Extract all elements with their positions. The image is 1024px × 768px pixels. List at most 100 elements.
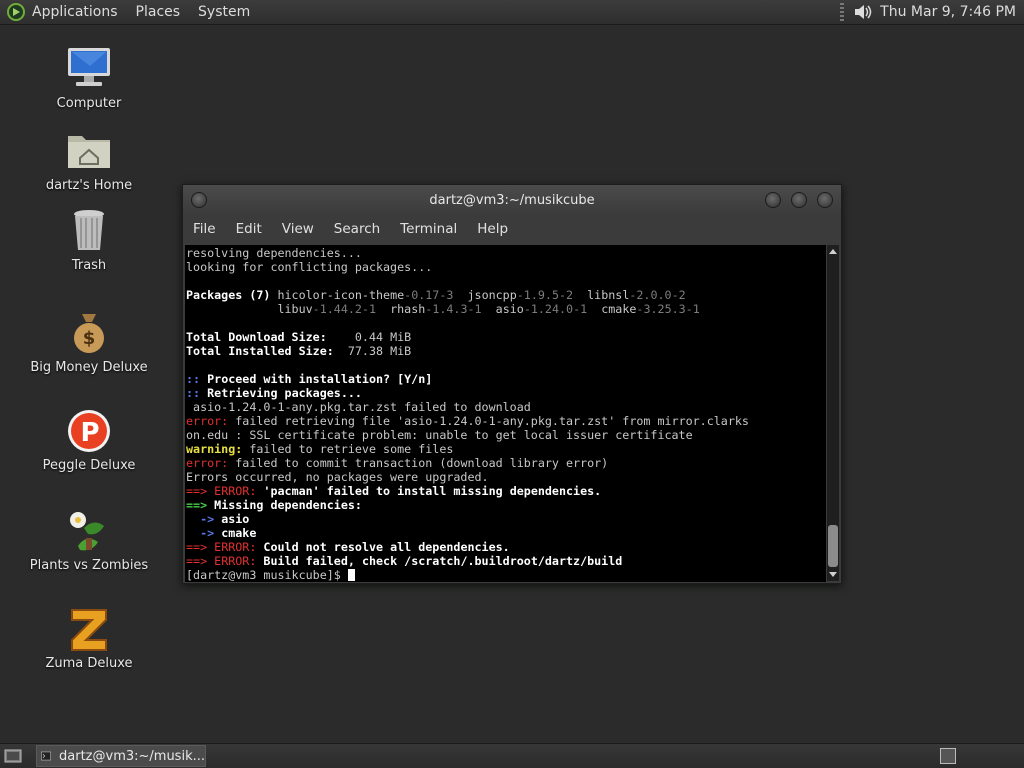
desktop-icon-peggle[interactable]: P Peggle Deluxe	[14, 408, 164, 473]
terminal-line: -> cmake	[186, 526, 826, 540]
terminal-text: 77.38 MiB	[347, 344, 412, 358]
terminal-text: ERROR:	[214, 540, 257, 554]
desktop-icon-label: Trash	[71, 258, 107, 273]
terminal-text: cmake	[587, 302, 637, 316]
file-menu[interactable]: File	[193, 221, 216, 237]
terminal-line: :: Retrieving packages...	[186, 386, 826, 400]
terminal-text: resolving dependencies...	[186, 246, 362, 260]
terminal-line: libuv-1.44.2-1 rhash-1.4.3-1 asio-1.24.0…	[186, 302, 826, 316]
terminal-text: asio	[481, 302, 524, 316]
terminal-line: ==> ERROR: 'pacman' failed to install mi…	[186, 484, 826, 498]
clock[interactable]: Thu Mar 9, 7:46 PM	[880, 4, 1020, 20]
help-menu[interactable]: Help	[477, 221, 508, 237]
terminal-text: ==>	[186, 498, 215, 512]
terminal-text: -1.9.5-2	[516, 288, 574, 302]
terminal-text: failed retrieving file 'asio-1.24.0-1-an…	[228, 414, 749, 428]
terminal-text: error:	[186, 456, 229, 470]
panel-grip	[840, 3, 845, 21]
desktop-icon-big-money[interactable]: $ Big Money Deluxe	[14, 310, 164, 375]
menu-logo-icon[interactable]	[6, 2, 26, 22]
terminal-line: ==> ERROR: Build failed, check /scratch/…	[186, 554, 826, 568]
terminal-line: ==> ERROR: Could not resolve all depende…	[186, 540, 826, 554]
terminal-window[interactable]: dartz@vm3:~/musikcube File Edit View Sea…	[182, 184, 842, 584]
terminal-text: rhash	[376, 302, 426, 316]
workspace-switcher[interactable]	[940, 748, 956, 764]
terminal-text: Proceed with installation? [Y/n]	[207, 372, 433, 386]
scroll-up-icon[interactable]	[829, 249, 837, 254]
terminal-line: Total Download Size: 0.44 MiB	[186, 330, 826, 344]
terminal-line: looking for conflicting packages...	[186, 260, 826, 274]
window-title: dartz@vm3:~/musikcube	[429, 192, 595, 208]
system-menu[interactable]: System	[198, 4, 250, 20]
view-menu[interactable]: View	[282, 221, 314, 237]
terminal-text: ->	[186, 512, 222, 526]
terminal-menubar: File Edit View Search Terminal Help	[183, 215, 841, 243]
desktop-icon-plants-vs-zombies[interactable]: Plants vs Zombies	[14, 508, 164, 573]
terminal-text: looking for conflicting packages...	[186, 260, 433, 274]
terminal-scrollbar[interactable]	[827, 245, 839, 581]
terminal-text: -1.24.0-1	[523, 302, 588, 316]
terminal-text: 0.44 MiB	[354, 330, 412, 344]
desktop-icon-label: dartz's Home	[45, 178, 133, 193]
terminal-line: ==> Missing dependencies:	[186, 498, 826, 512]
desktop-icon-trash[interactable]: Trash	[14, 208, 164, 273]
terminal-text: libuv	[186, 302, 313, 316]
terminal-line: error: failed to commit transaction (dow…	[186, 456, 826, 470]
terminal-text: 'pacman' failed to install missing depen…	[256, 484, 602, 498]
terminal-text: Missing dependencies:	[214, 498, 362, 512]
terminal-text: ERROR:	[214, 554, 257, 568]
scrollbar-thumb[interactable]	[828, 525, 838, 567]
terminal-line: resolving dependencies...	[186, 246, 826, 260]
applications-menu[interactable]: Applications	[32, 4, 118, 20]
terminal-text: -1.4.3-1	[425, 302, 482, 316]
terminal-output[interactable]: resolving dependencies... looking for con…	[185, 245, 826, 582]
terminal-text: Could not resolve all dependencies.	[256, 540, 510, 554]
edit-menu[interactable]: Edit	[236, 221, 262, 237]
search-menu[interactable]: Search	[334, 221, 380, 237]
show-desktop-icon[interactable]	[4, 748, 22, 764]
terminal-text: -0.17-3	[404, 288, 454, 302]
maximize-icon[interactable]	[791, 192, 807, 208]
taskbar-terminal-label: dartz@vm3:~/musik...	[59, 748, 205, 764]
desktop-icon-home[interactable]: dartz's Home	[14, 128, 164, 193]
svg-text:$: $	[83, 328, 96, 349]
minimize-icon[interactable]	[765, 192, 781, 208]
desktop-icon-label: Peggle Deluxe	[42, 458, 136, 473]
plants-icon	[70, 512, 104, 551]
terminal-text: Retrieving packages...	[207, 386, 362, 400]
terminal-text: warning:	[186, 442, 243, 456]
svg-text:P: P	[80, 418, 99, 448]
terminal-titlebar[interactable]: dartz@vm3:~/musikcube	[183, 185, 841, 215]
peggle-icon: P	[68, 410, 110, 452]
terminal-text: failed to commit transaction (download l…	[228, 456, 609, 470]
scroll-down-icon[interactable]	[829, 572, 837, 577]
window-menu-icon[interactable]	[191, 192, 207, 208]
volume-icon[interactable]	[852, 2, 874, 22]
terminal-line: [dartz@vm3 musikcube]$	[186, 568, 826, 582]
desktop-icon-label: Big Money Deluxe	[30, 360, 148, 375]
desktop-icon-computer[interactable]: Computer	[14, 46, 164, 111]
terminal-text: ::	[186, 372, 208, 386]
terminal-menu[interactable]: Terminal	[400, 221, 457, 237]
terminal-text: ERROR:	[214, 484, 257, 498]
terminal-text: ==>	[186, 554, 215, 568]
terminal-text: ==>	[186, 540, 215, 554]
places-menu[interactable]: Places	[136, 4, 181, 20]
taskbar-terminal-button[interactable]: dartz@vm3:~/musik...	[36, 745, 206, 767]
terminal-text: asio-1.24.0-1-any.pkg.tar.zst failed to …	[186, 400, 531, 414]
desktop-icon-label: Zuma Deluxe	[45, 656, 133, 671]
terminal-text: jsoncpp	[453, 288, 517, 302]
terminal-cursor	[347, 569, 355, 581]
terminal-text: Build failed, check /scratch/.buildroot/…	[256, 554, 623, 568]
terminal-text: error:	[186, 414, 229, 428]
terminal-text: Total Installed Size:	[186, 344, 348, 358]
terminal-text: ::	[186, 386, 208, 400]
zuma-icon	[71, 609, 107, 651]
terminal-line: Total Installed Size: 77.38 MiB	[186, 344, 826, 358]
terminal-text: -2.0.0-2	[629, 288, 686, 302]
terminal-line: error: failed retrieving file 'asio-1.24…	[186, 414, 826, 428]
desktop-icon-zuma[interactable]: Zuma Deluxe	[14, 606, 164, 671]
close-icon[interactable]	[817, 192, 833, 208]
